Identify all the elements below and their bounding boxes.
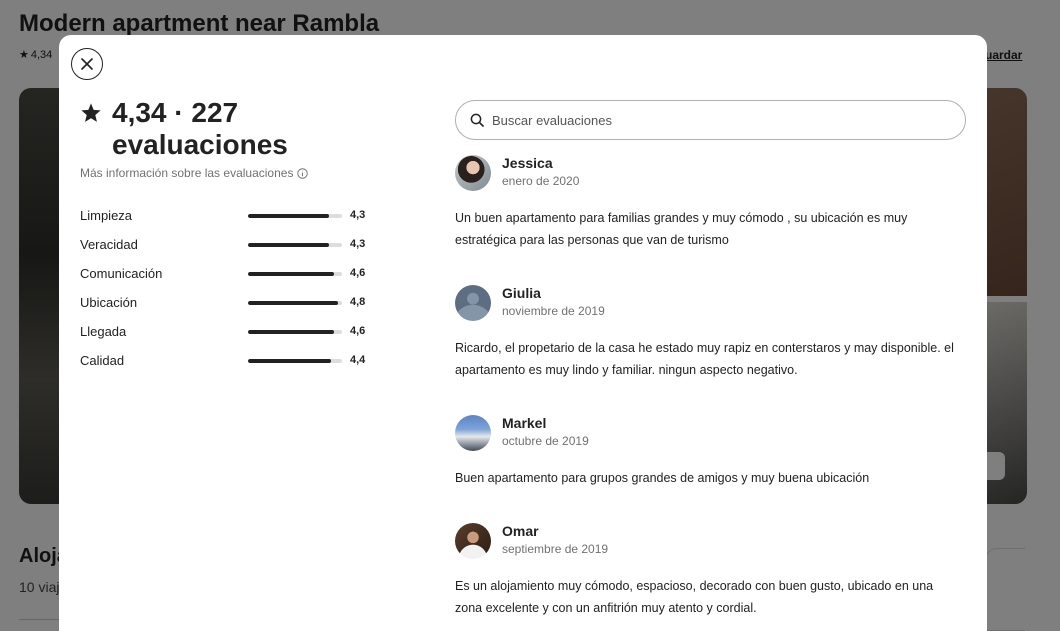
category-row: Comunicación 4,6 bbox=[80, 264, 380, 293]
avatar[interactable] bbox=[455, 155, 491, 191]
info-icon bbox=[297, 167, 309, 179]
category-value: 4,6 bbox=[350, 267, 366, 279]
review-item: Giulia noviembre de 2019 Ricardo, el pro… bbox=[455, 283, 975, 381]
close-button[interactable] bbox=[71, 48, 103, 80]
review-item: Jessica enero de 2020 Un buen apartament… bbox=[455, 153, 975, 251]
reviewer-name: Markel bbox=[502, 415, 547, 431]
category-bar bbox=[248, 272, 342, 276]
reviewer-name: Omar bbox=[502, 523, 539, 539]
star-icon bbox=[81, 103, 101, 122]
category-bar bbox=[248, 301, 342, 305]
category-label: Veracidad bbox=[80, 237, 138, 252]
review-item: Markel octubre de 2019 Buen apartamento … bbox=[455, 413, 975, 489]
category-value: 4,4 bbox=[350, 354, 366, 366]
rating-summary: 4,34 · 227 evaluaciones Más información … bbox=[80, 97, 380, 180]
category-bar bbox=[248, 359, 342, 363]
review-item: Omar septiembre de 2019 Es un alojamient… bbox=[455, 521, 975, 619]
category-ratings: Limpieza 4,3 Veracidad 4,3 Comunicación … bbox=[80, 206, 380, 380]
category-value: 4,6 bbox=[350, 325, 366, 337]
reviewer-name: Giulia bbox=[502, 285, 541, 301]
category-bar-fill bbox=[248, 243, 329, 247]
review-date: noviembre de 2019 bbox=[502, 304, 605, 318]
category-value: 4,3 bbox=[350, 238, 366, 250]
avatar[interactable] bbox=[455, 523, 491, 559]
category-value: 4,8 bbox=[350, 296, 366, 308]
category-bar bbox=[248, 214, 342, 218]
review-text: Buen apartamento para grupos grandes de … bbox=[455, 471, 870, 485]
rating-value: 4,34 · 227 bbox=[112, 97, 239, 128]
category-row: Ubicación 4,8 bbox=[80, 293, 380, 322]
category-bar-fill bbox=[248, 301, 339, 305]
category-label: Calidad bbox=[80, 353, 125, 368]
review-date: octubre de 2019 bbox=[502, 434, 589, 448]
category-label: Llegada bbox=[80, 324, 127, 339]
avatar[interactable] bbox=[455, 415, 491, 451]
category-row: Limpieza 4,3 bbox=[80, 206, 380, 235]
category-bar bbox=[248, 243, 342, 247]
category-bar-fill bbox=[248, 214, 329, 218]
review-text: Un buen apartamento para familias grande… bbox=[455, 211, 908, 247]
review-text: Ricardo, el propetario de la casa he est… bbox=[455, 341, 954, 377]
category-row: Llegada 4,6 bbox=[80, 322, 380, 351]
review-date: septiembre de 2019 bbox=[502, 542, 609, 556]
category-row: Veracidad 4,3 bbox=[80, 235, 380, 264]
category-label: Ubicación bbox=[80, 295, 138, 310]
reviewer-name: Jessica bbox=[502, 155, 553, 171]
category-value: 4,3 bbox=[350, 209, 366, 221]
more-info-text: Más información sobre las evaluaciones bbox=[80, 166, 294, 180]
avatar[interactable] bbox=[455, 285, 491, 321]
category-bar-fill bbox=[248, 272, 335, 276]
search-input[interactable] bbox=[492, 112, 932, 128]
category-bar bbox=[248, 330, 342, 334]
reviews-word: evaluaciones bbox=[112, 129, 288, 160]
category-row: Calidad 4,4 bbox=[80, 351, 380, 380]
reviews-modal: 4,34 · 227 evaluaciones Más información … bbox=[59, 35, 987, 631]
close-icon bbox=[81, 58, 93, 70]
review-text: Es un alojamiento muy cómodo, espacioso,… bbox=[455, 579, 934, 615]
category-label: Limpieza bbox=[80, 208, 133, 223]
search-reviews[interactable] bbox=[455, 100, 966, 140]
category-bar-fill bbox=[248, 330, 335, 334]
category-label: Comunicación bbox=[80, 266, 163, 281]
overall-rating: 4,34 · 227 evaluaciones bbox=[80, 97, 380, 161]
review-date: enero de 2020 bbox=[502, 174, 580, 188]
category-bar-fill bbox=[248, 359, 331, 363]
more-info-link[interactable]: Más información sobre las evaluaciones bbox=[80, 166, 380, 180]
search-icon bbox=[470, 113, 484, 127]
